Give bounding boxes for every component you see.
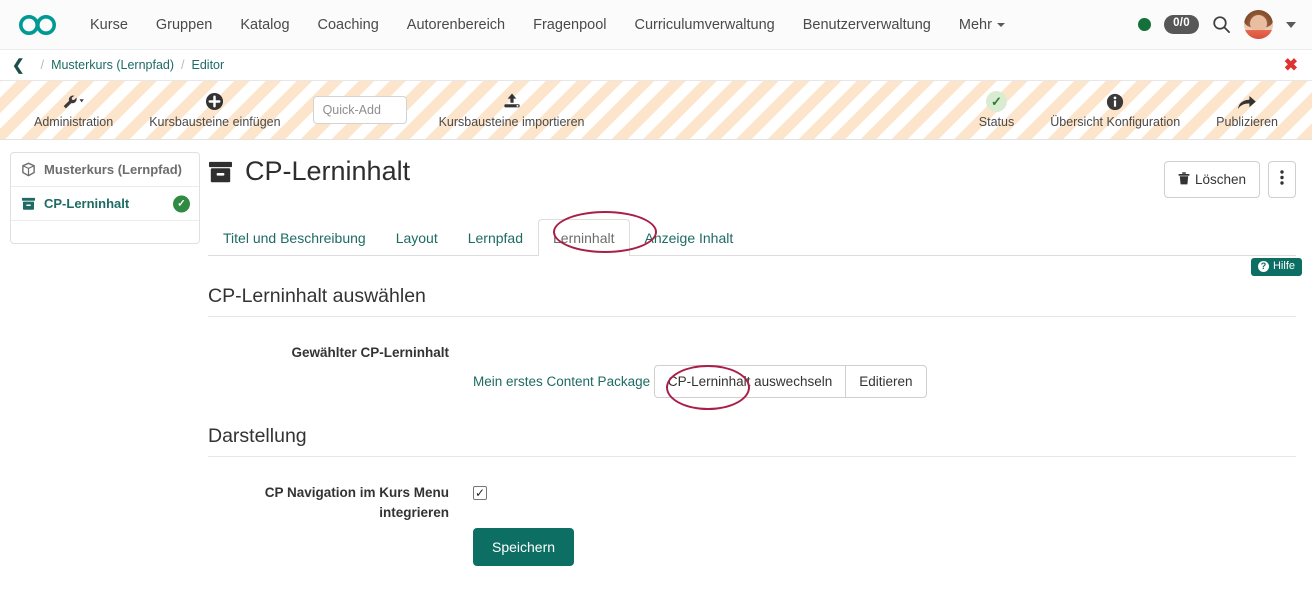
- breadcrumb-item-editor[interactable]: Editor: [192, 58, 225, 72]
- nav-item-benutzerverwaltung[interactable]: Benutzerverwaltung: [789, 0, 945, 50]
- online-status-dot: [1138, 18, 1151, 31]
- nav-item-curriculumverwaltung[interactable]: Curriculumverwaltung: [620, 0, 788, 50]
- help-badge[interactable]: ? Hilfe: [1251, 258, 1302, 276]
- vertical-ellipsis-icon: [1280, 170, 1284, 185]
- cube-icon: [21, 162, 36, 177]
- main-menu: Kurse Gruppen Katalog Coaching Autorenbe…: [76, 0, 1019, 50]
- page-title: CP-Lerninhalt: [208, 156, 410, 187]
- selected-content-label: Gewählter CP-Lerninhalt: [208, 343, 473, 363]
- toolbar-status-label: Status: [979, 115, 1014, 129]
- delete-button-label: Löschen: [1195, 172, 1246, 187]
- cp-navigation-field: ✓ Speichern: [473, 483, 1296, 566]
- sidebar-item-cp-lerninhalt[interactable]: CP-Lerninhalt ✓: [11, 187, 199, 221]
- cp-navigation-label: CP Navigation im Kurs Menu integrieren: [208, 483, 473, 524]
- content-header: CP-Lerninhalt Löschen: [208, 148, 1296, 198]
- trash-icon: [1178, 172, 1190, 185]
- toolbar-status-button[interactable]: ✓ Status: [961, 91, 1032, 129]
- cp-navigation-checkbox[interactable]: ✓: [473, 486, 487, 500]
- nav-item-gruppen[interactable]: Gruppen: [142, 0, 226, 50]
- toolbar-right-group: ✓ Status Übersicht Konfiguration Publizi…: [961, 91, 1296, 129]
- close-icon[interactable]: ✖: [1284, 57, 1298, 74]
- save-button[interactable]: Speichern: [473, 528, 574, 566]
- toolbar-publish-button[interactable]: Publizieren: [1198, 91, 1296, 129]
- tab-layout[interactable]: Layout: [381, 219, 453, 256]
- user-menu-chevron-down-icon[interactable]: [1286, 22, 1296, 28]
- course-tree-empty-space: [11, 221, 199, 243]
- nav-item-fragenpool[interactable]: Fragenpool: [519, 0, 620, 50]
- editor-toolbar: Administration Kursbausteine einfügen Ku…: [0, 81, 1312, 140]
- chevron-left-icon[interactable]: ❮: [12, 58, 25, 73]
- archive-box-icon: [208, 160, 233, 184]
- check-icon: ✓: [986, 91, 1007, 112]
- section-title-select: CP-Lerninhalt auswählen: [208, 285, 1296, 317]
- check-circle-icon: ✓: [173, 195, 190, 212]
- status-check-circle: ✓: [986, 91, 1007, 112]
- page-title-text: CP-Lerninhalt: [245, 156, 410, 187]
- breadcrumb-item-course[interactable]: Musterkurs (Lernpfad): [51, 58, 174, 72]
- search-icon[interactable]: [1212, 15, 1231, 34]
- toolbar-config-overview-label: Übersicht Konfiguration: [1050, 115, 1180, 129]
- infinity-logo[interactable]: [16, 10, 60, 40]
- question-circle-icon: ?: [1258, 261, 1269, 272]
- chevron-down-icon: [997, 23, 1005, 27]
- content-tabs: Titel und Beschreibung Layout Lernpfad L…: [208, 218, 1296, 256]
- nav-item-katalog[interactable]: Katalog: [226, 0, 303, 50]
- breadcrumb-separator-1: /: [41, 58, 44, 72]
- page-actions: Löschen: [1164, 148, 1296, 198]
- tab-lernpfad[interactable]: Lernpfad: [453, 219, 538, 256]
- form-row-cp-navigation: CP Navigation im Kurs Menu integrieren ✓…: [208, 483, 1296, 566]
- tab-anzeige-inhalt[interactable]: Anzeige Inhalt: [630, 219, 749, 256]
- quick-add-input[interactable]: [313, 96, 407, 124]
- sidebar-item-cp-lerninhalt-label: CP-Lerninhalt: [44, 196, 129, 211]
- main-content: CP-Lerninhalt Löschen: [200, 140, 1312, 593]
- sidebar-item-course-root-label: Musterkurs (Lernpfad): [44, 162, 182, 177]
- form-row-selected-content: Gewählter CP-Lerninhalt Mein erstes Cont…: [208, 343, 1296, 399]
- info-icon: [1106, 91, 1124, 112]
- nav-item-mehr-label: Mehr: [959, 17, 992, 33]
- toolbar-insert-node-label: Kursbausteine einfügen: [149, 115, 280, 129]
- breadcrumb-separator-2: /: [181, 58, 184, 72]
- toolbar-publish-label: Publizieren: [1216, 115, 1278, 129]
- top-navigation-bar: Kurse Gruppen Katalog Coaching Autorenbe…: [0, 0, 1312, 50]
- page-body: Musterkurs (Lernpfad) CP-Lerninhalt ✓: [0, 140, 1312, 593]
- nav-item-coaching[interactable]: Coaching: [304, 0, 393, 50]
- plus-circle-icon: [205, 91, 224, 112]
- checkmark-icon: ✓: [475, 487, 485, 499]
- course-tree-panel: Musterkurs (Lernpfad) CP-Lerninhalt ✓: [0, 140, 200, 593]
- help-badge-label: Hilfe: [1273, 261, 1295, 272]
- share-arrow-icon: [1236, 91, 1258, 112]
- nav-item-autorenbereich[interactable]: Autorenbereich: [393, 0, 519, 50]
- selected-content-field: Mein erstes Content Package CP-Lerninhal…: [473, 343, 1296, 399]
- breadcrumb: ❮ / Musterkurs (Lernpfad) / Editor ✖: [0, 50, 1312, 81]
- top-nav-right-group: 0/0: [1138, 10, 1298, 39]
- nav-item-mehr[interactable]: Mehr: [945, 0, 1019, 50]
- course-tree: Musterkurs (Lernpfad) CP-Lerninhalt ✓: [10, 152, 200, 244]
- upload-icon: [502, 91, 522, 112]
- tab-titel-und-beschreibung[interactable]: Titel und Beschreibung: [208, 219, 381, 256]
- notification-count-badge[interactable]: 0/0: [1164, 15, 1199, 34]
- wrench-icon: [62, 91, 86, 112]
- delete-button[interactable]: Löschen: [1164, 161, 1260, 198]
- selected-content-link[interactable]: Mein erstes Content Package: [473, 374, 650, 389]
- sidebar-item-course-root[interactable]: Musterkurs (Lernpfad): [11, 153, 199, 187]
- avatar-shirt: [1244, 30, 1273, 39]
- avatar[interactable]: [1244, 10, 1273, 39]
- toolbar-administration-label: Administration: [34, 115, 113, 129]
- nav-item-kurse[interactable]: Kurse: [76, 0, 142, 50]
- section-title-display: Darstellung: [208, 425, 1296, 457]
- archive-box-icon: [21, 197, 36, 211]
- toolbar-administration-button[interactable]: Administration: [16, 91, 131, 129]
- toolbar-import-node-label: Kursbausteine importieren: [439, 115, 585, 129]
- tab-lerninhalt[interactable]: Lerninhalt: [538, 219, 630, 256]
- toolbar-insert-node-button[interactable]: Kursbausteine einfügen: [131, 91, 298, 129]
- content-action-button-group: CP-Lerninhalt auswechseln Editieren: [654, 365, 927, 399]
- editieren-button[interactable]: Editieren: [845, 365, 926, 399]
- toolbar-config-overview-button[interactable]: Übersicht Konfiguration: [1032, 91, 1198, 129]
- more-actions-button[interactable]: [1268, 161, 1296, 198]
- toolbar-import-node-button[interactable]: Kursbausteine importieren: [421, 91, 603, 129]
- replace-content-button[interactable]: CP-Lerninhalt auswechseln: [654, 365, 846, 399]
